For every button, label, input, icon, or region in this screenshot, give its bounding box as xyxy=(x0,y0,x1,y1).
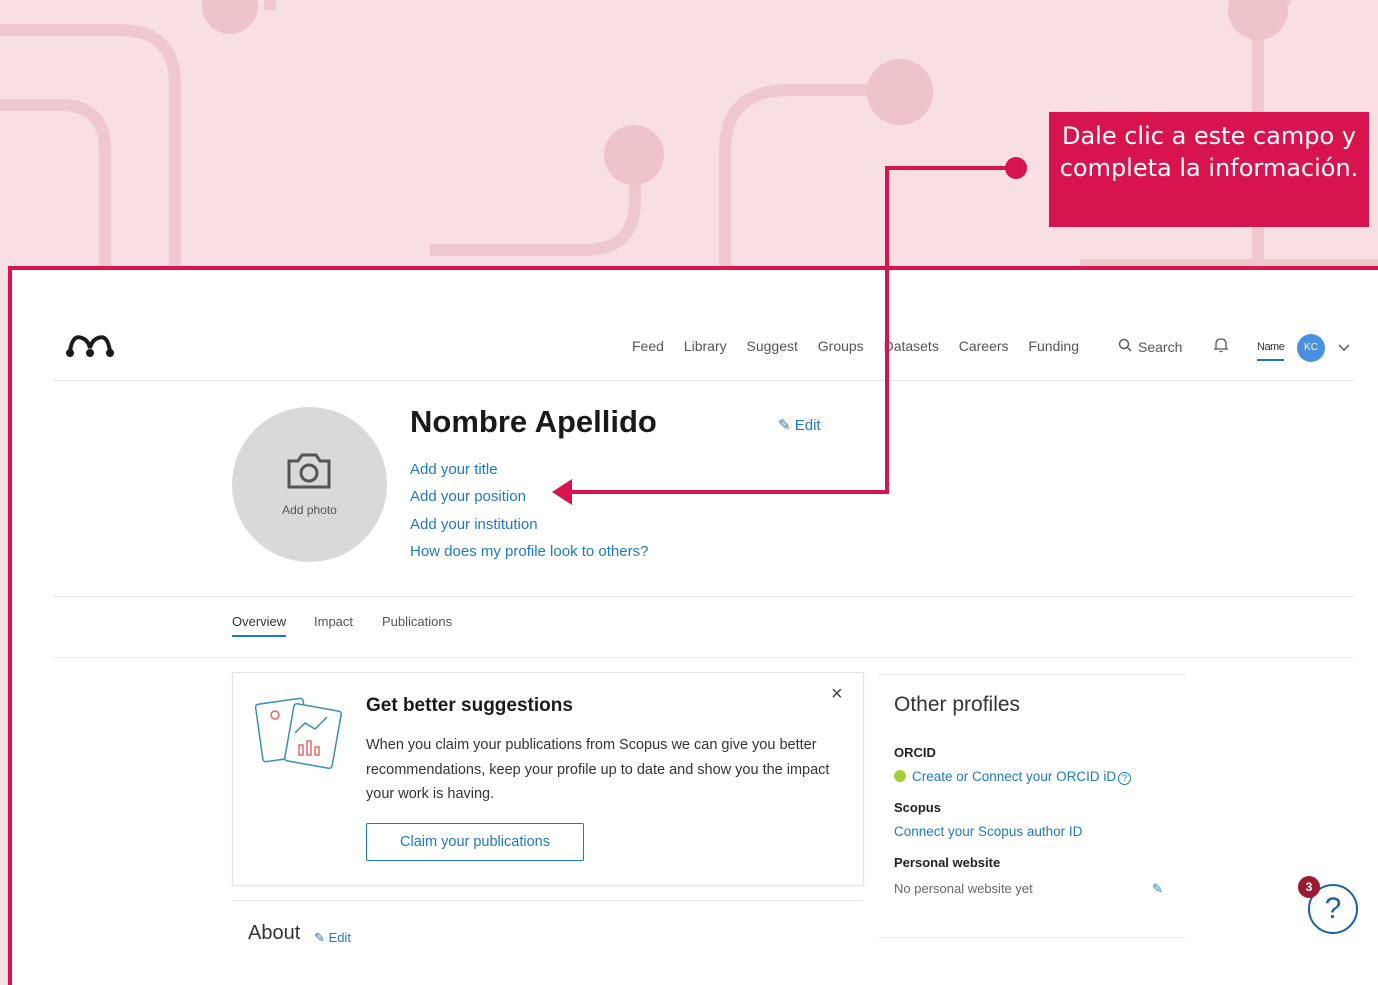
scopus-label: Scopus xyxy=(894,800,941,815)
add-photo-button[interactable]: Add photo xyxy=(232,407,387,562)
profile-preview-link[interactable]: How does my profile look to others? xyxy=(410,538,648,565)
close-icon[interactable]: × xyxy=(831,683,843,706)
notification-badge: 3 xyxy=(1298,876,1320,898)
other-profiles-panel: Other profiles ORCID Create or Connect y… xyxy=(878,674,1186,938)
tab-overview[interactable]: Overview xyxy=(232,614,287,637)
pencil-icon: ✎ xyxy=(314,930,325,945)
about-edit-label: Edit xyxy=(328,930,351,945)
claim-publications-button[interactable]: Claim your publications xyxy=(366,823,584,861)
divider xyxy=(232,900,862,901)
profile-links: Add your title Add your position Add you… xyxy=(410,456,648,565)
add-position-link[interactable]: Add your position xyxy=(410,483,648,510)
edit-profile-button[interactable]: ✎ Edit xyxy=(778,416,821,434)
top-navigation: Feed Library Suggest Groups Datasets Car… xyxy=(52,310,1354,381)
search-label: Search xyxy=(1138,339,1183,355)
help-circle-icon[interactable]: ? xyxy=(1118,772,1132,785)
card-title: Get better suggestions xyxy=(366,695,573,716)
edit-label: Edit xyxy=(794,417,821,434)
orcid-connect-link[interactable]: Create or Connect your ORCID iD? xyxy=(894,769,1132,785)
nav-library[interactable]: Library xyxy=(684,338,727,354)
add-photo-label: Add photo xyxy=(282,503,337,517)
profile-name: Nombre Apellido xyxy=(410,404,657,439)
nav-careers[interactable]: Careers xyxy=(959,338,1009,354)
profile-tabs: Overview Impact Publications xyxy=(52,596,1354,658)
edit-about-button[interactable]: ✎ Edit xyxy=(314,930,351,946)
about-heading: About xyxy=(248,922,301,944)
orcid-label: ORCID xyxy=(894,745,936,760)
orcid-icon xyxy=(894,770,906,782)
card-body: When you claim your publications from Sc… xyxy=(366,737,830,802)
tab-publications[interactable]: Publications xyxy=(382,614,452,629)
avatar[interactable]: KC xyxy=(1297,334,1325,362)
chevron-down-icon[interactable] xyxy=(1337,340,1351,354)
pencil-icon: ✎ xyxy=(778,417,791,434)
username-label[interactable]: Name xyxy=(1257,341,1285,361)
website-value: No personal website yet xyxy=(894,881,1033,896)
publications-illustration-icon xyxy=(255,697,342,770)
add-institution-link[interactable]: Add your institution xyxy=(410,511,648,538)
pencil-icon[interactable]: ✎ xyxy=(1152,881,1163,897)
scopus-connect-link[interactable]: Connect your Scopus author ID xyxy=(894,824,1082,839)
search-icon xyxy=(1118,338,1132,352)
website-label: Personal website xyxy=(894,855,1001,870)
camera-icon xyxy=(287,453,331,489)
nav-groups[interactable]: Groups xyxy=(818,338,864,354)
suggestions-card: Get better suggestions × When you claim … xyxy=(232,672,864,886)
orcid-link-text: Create or Connect your ORCID iD xyxy=(912,769,1117,784)
bell-icon[interactable] xyxy=(1212,336,1230,354)
tab-impact[interactable]: Impact xyxy=(314,614,353,629)
search-button[interactable]: Search xyxy=(1118,338,1182,355)
mendeley-logo-icon xyxy=(66,335,114,357)
other-profiles-heading: Other profiles xyxy=(894,693,1021,716)
nav-links: Feed Library Suggest Groups Datasets Car… xyxy=(632,338,1095,354)
nav-feed[interactable]: Feed xyxy=(632,338,664,354)
add-title-link[interactable]: Add your title xyxy=(410,456,648,483)
instruction-callout: Dale clic a este campo y completa la inf… xyxy=(1049,112,1369,227)
nav-suggest[interactable]: Suggest xyxy=(747,338,798,354)
nav-datasets[interactable]: Datasets xyxy=(884,338,939,354)
nav-funding[interactable]: Funding xyxy=(1028,338,1079,354)
app-screenshot-frame: Feed Library Suggest Groups Datasets Car… xyxy=(8,266,1378,985)
